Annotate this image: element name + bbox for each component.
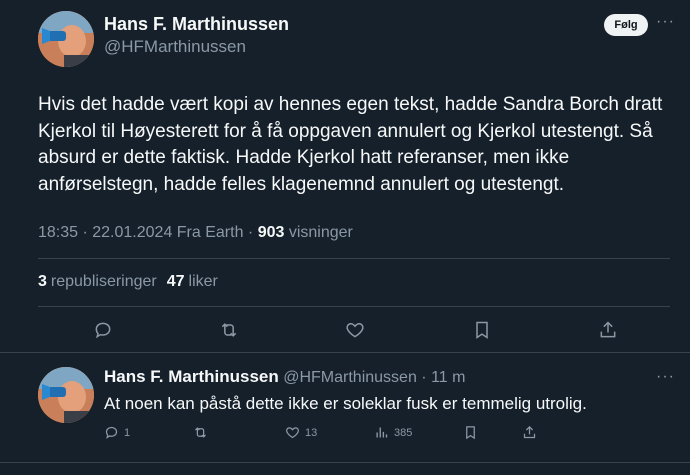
divider <box>0 462 690 463</box>
like-count: 13 <box>305 426 318 439</box>
reply-icon[interactable] <box>93 320 113 340</box>
repost-icon[interactable] <box>193 425 208 440</box>
likes-stat[interactable]: 47 liker <box>167 273 218 290</box>
divider <box>38 258 670 259</box>
reposts-label: republiseringer <box>50 273 157 290</box>
reply-header: Hans F. Marthinussen @HFMarthinussen · 1… <box>104 367 465 387</box>
heart-icon[interactable]: 13 <box>285 425 317 440</box>
views-label: visninger <box>284 224 353 241</box>
reply-timestamp[interactable]: · 11 m <box>417 369 465 386</box>
follow-button[interactable]: Følg <box>604 14 648 36</box>
reply-author-avatar[interactable] <box>38 367 94 423</box>
reposts-stat[interactable]: 3 republiseringer <box>38 273 157 290</box>
tweet-stats: 3 republiseringer 47 liker <box>38 273 218 291</box>
share-icon[interactable] <box>598 320 618 340</box>
reply-views-count: 385 <box>394 426 413 439</box>
author-name[interactable]: Hans F. Marthinussen <box>104 14 289 35</box>
reply-text: At noen kan påstå dette ikke er soleklar… <box>104 394 587 413</box>
share-icon[interactable] <box>522 425 537 440</box>
divider <box>38 306 670 307</box>
divider <box>0 352 690 353</box>
more-icon[interactable]: ··· <box>656 368 675 386</box>
reply-author-handle[interactable]: @HFMarthinussen <box>283 369 417 386</box>
reposts-count: 3 <box>38 273 47 290</box>
likes-label: liker <box>188 273 218 290</box>
tweet-meta: 18:35 · 22.01.2024 Fra Earth · 903 visni… <box>38 224 353 242</box>
more-icon[interactable]: ··· <box>656 13 675 31</box>
bookmark-icon[interactable] <box>472 320 492 340</box>
reply-icon[interactable]: 1 <box>104 425 130 440</box>
bookmark-icon[interactable] <box>463 425 478 440</box>
views-count: 903 <box>257 224 285 241</box>
views-icon[interactable]: 385 <box>374 425 412 440</box>
reply-count: 1 <box>124 426 131 439</box>
repost-icon[interactable] <box>219 320 239 340</box>
tweet-text: Hvis det hadde vært kopi av hennes egen … <box>38 94 663 195</box>
author-handle[interactable]: @HFMarthinussen <box>104 37 246 57</box>
tweet-timestamp[interactable]: 18:35 · 22.01.2024 Fra Earth · <box>38 224 258 241</box>
reply-author-name[interactable]: Hans F. Marthinussen <box>104 367 279 386</box>
author-avatar[interactable] <box>38 11 94 67</box>
likes-count: 47 <box>166 273 185 290</box>
heart-icon[interactable] <box>345 320 365 340</box>
